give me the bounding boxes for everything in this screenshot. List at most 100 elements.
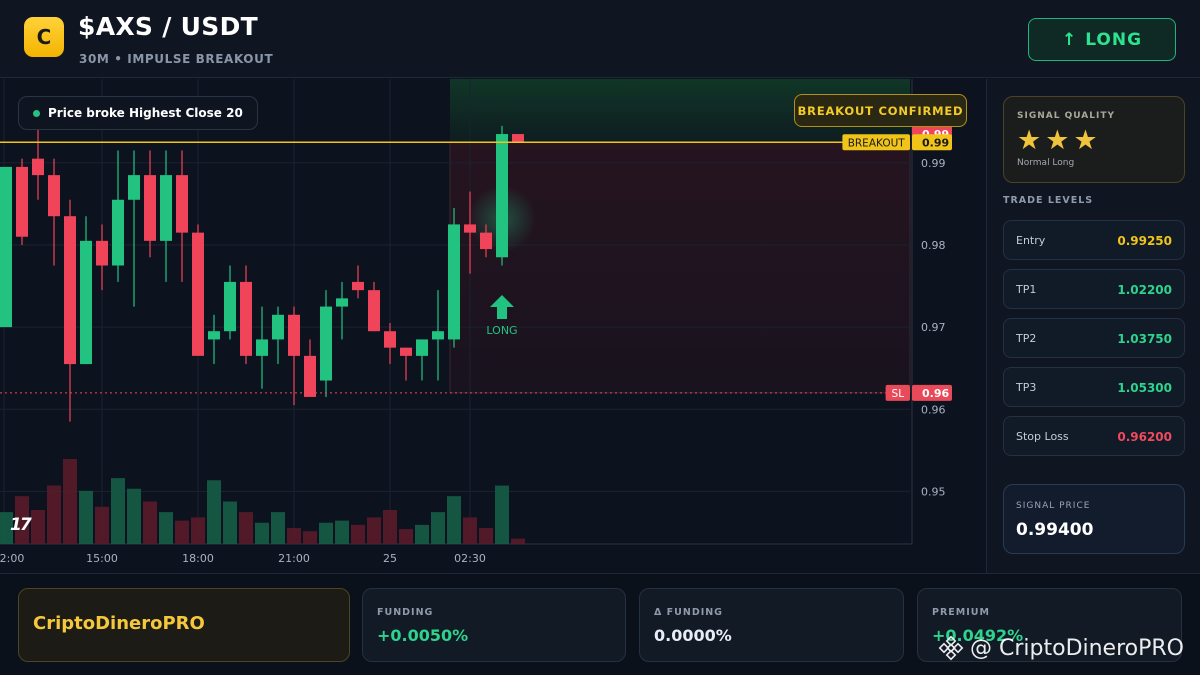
level-label: Entry bbox=[1016, 234, 1046, 247]
funding-card: FUNDING +0.0050% bbox=[362, 588, 626, 662]
candle-body bbox=[432, 331, 444, 340]
candle-body bbox=[320, 306, 332, 381]
candle-body bbox=[0, 166, 12, 328]
trade-levels-title: TRADE LEVELS bbox=[1003, 195, 1094, 206]
candle-body bbox=[304, 355, 316, 397]
y-tick-label: 0.97 bbox=[921, 321, 946, 334]
brand-name: CriptoDineroPRO bbox=[33, 613, 205, 634]
watermark-text: @ CriptoDineroPRO bbox=[970, 635, 1184, 661]
level-row-stop-loss: Stop Loss 0.96200 bbox=[1003, 416, 1185, 456]
y-tick-label: 0.98 bbox=[921, 239, 946, 252]
exchange-logo: C bbox=[24, 17, 64, 57]
watermark: @ CriptoDineroPRO bbox=[938, 635, 1184, 661]
candle-body bbox=[80, 240, 92, 365]
price-tag-label: SL bbox=[892, 388, 905, 400]
level-label: Stop Loss bbox=[1016, 430, 1069, 443]
candle-body bbox=[16, 166, 28, 237]
candle-body bbox=[288, 314, 300, 356]
level-row-entry: Entry 0.99250 bbox=[1003, 220, 1185, 260]
volume-bar bbox=[367, 517, 381, 544]
delta-funding-card: Δ FUNDING 0.0000% bbox=[639, 588, 904, 662]
volume-bar bbox=[31, 510, 45, 544]
breakout-confirmed-badge: BREAKOUT CONFIRMED bbox=[794, 94, 967, 127]
candle-body bbox=[416, 339, 428, 356]
candle-body bbox=[256, 339, 268, 356]
signal-price-value: 0.99400 bbox=[1016, 520, 1094, 540]
volume-bar bbox=[63, 459, 77, 544]
level-label: TP2 bbox=[1016, 332, 1037, 345]
candle-body bbox=[448, 224, 460, 340]
level-value: 0.96200 bbox=[1117, 430, 1172, 444]
stat-title: Δ FUNDING bbox=[654, 607, 723, 618]
volume-bar bbox=[239, 512, 253, 544]
volume-bar bbox=[399, 529, 413, 544]
stat-title: FUNDING bbox=[377, 607, 434, 618]
volume-bar bbox=[287, 528, 301, 544]
level-value: 1.02200 bbox=[1117, 283, 1172, 297]
candle-body bbox=[384, 331, 396, 348]
volume-bar bbox=[383, 510, 397, 544]
candle-body bbox=[272, 314, 284, 340]
price-tag-text: 0.96 bbox=[922, 387, 949, 400]
volume-bar bbox=[303, 531, 317, 544]
volume-bar bbox=[79, 490, 93, 544]
level-value: 1.05300 bbox=[1117, 381, 1172, 395]
volume-bar bbox=[495, 485, 509, 544]
candle-body bbox=[48, 175, 60, 217]
volume-bar bbox=[479, 528, 493, 544]
level-row-tp3: TP3 1.05300 bbox=[1003, 367, 1185, 407]
signal-price-card: SIGNAL PRICE 0.99400 bbox=[1003, 484, 1185, 554]
stat-value: +0.0050% bbox=[377, 626, 469, 645]
level-label: TP1 bbox=[1016, 283, 1037, 296]
x-tick-label: 21:00 bbox=[278, 552, 310, 565]
candle-body bbox=[368, 290, 380, 332]
status-dot-icon bbox=[33, 109, 40, 117]
volume-bar bbox=[127, 488, 141, 544]
candle-body bbox=[144, 175, 156, 241]
candle-body bbox=[512, 134, 524, 143]
volume-bar bbox=[47, 485, 61, 544]
candle-body bbox=[240, 281, 252, 356]
star-rating-icon: ★★★ bbox=[1017, 125, 1102, 156]
volume-bar bbox=[143, 501, 157, 544]
candle-body bbox=[96, 240, 108, 266]
level-row-tp1: TP1 1.02200 bbox=[1003, 269, 1185, 309]
price-tag-label: BREAKOUT bbox=[848, 137, 906, 149]
candle-body bbox=[464, 224, 476, 233]
long-button-label: LONG bbox=[1085, 29, 1143, 50]
volume-bar bbox=[207, 480, 221, 544]
candle-body bbox=[128, 175, 140, 200]
y-tick-label: 0.95 bbox=[921, 485, 946, 498]
volume-bar bbox=[223, 501, 237, 544]
tradingview-logo[interactable]: 17 bbox=[10, 515, 32, 535]
candle-body bbox=[224, 281, 236, 332]
pair-subtitle: 30M • IMPULSE BREAKOUT bbox=[79, 52, 274, 66]
signal-quality-subtitle: Normal Long bbox=[1017, 158, 1075, 168]
signal-quality-card: SIGNAL QUALITY ★★★ Normal Long bbox=[1003, 96, 1185, 183]
price-tag-text: 0.99 bbox=[922, 136, 949, 149]
level-label: TP3 bbox=[1016, 381, 1037, 394]
x-tick-label: 18:00 bbox=[182, 552, 214, 565]
signal-price-title: SIGNAL PRICE bbox=[1016, 501, 1091, 511]
volume-bar bbox=[255, 522, 269, 544]
level-row-tp2: TP2 1.03750 bbox=[1003, 318, 1185, 358]
candle-body bbox=[192, 232, 204, 356]
long-button[interactable]: ↑ LONG bbox=[1028, 18, 1176, 61]
stat-value: 0.0000% bbox=[654, 626, 732, 645]
candle-body bbox=[208, 331, 220, 340]
volume-bar bbox=[191, 517, 205, 544]
candle-body bbox=[400, 347, 412, 356]
candlestick-chart[interactable]: LONG 0.99 0.98 0.97 0.96 0.95 2:00 15:00 18:00 21… bbox=[0, 79, 985, 573]
binance-logo-icon bbox=[938, 635, 964, 661]
candle-body bbox=[480, 232, 492, 250]
stat-title: PREMIUM bbox=[932, 607, 990, 618]
volume-bar bbox=[175, 520, 189, 544]
volume-bar bbox=[463, 517, 477, 544]
price-chart[interactable]: LONG 0.99 0.98 0.97 0.96 0.95 2:00 15:00 18:00 21… bbox=[0, 79, 985, 573]
arrow-up-icon: ↑ bbox=[1061, 29, 1078, 50]
candle-body bbox=[352, 281, 364, 291]
volume-bar bbox=[95, 506, 109, 544]
level-value: 1.03750 bbox=[1117, 332, 1172, 346]
brand-card: CriptoDineroPRO bbox=[18, 588, 350, 662]
long-signal-label: LONG bbox=[486, 324, 517, 337]
